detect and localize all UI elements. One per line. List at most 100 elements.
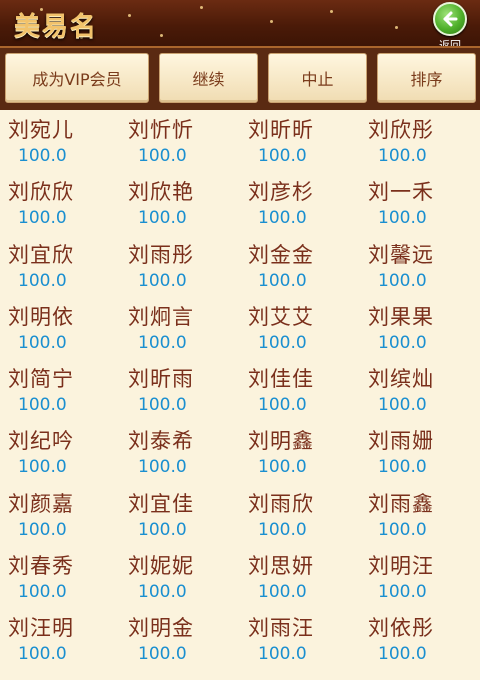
name-text: 刘欣艳 (128, 180, 194, 205)
name-list-item[interactable]: 刘宜欣 100.0 (0, 237, 120, 299)
name-score: 100.0 (138, 644, 187, 665)
name-text: 刘金金 (248, 242, 314, 267)
name-score: 100.0 (138, 519, 187, 540)
name-list-item[interactable]: 刘思妍 100.0 (240, 548, 360, 610)
name-score: 100.0 (378, 457, 427, 478)
name-score: 100.0 (258, 457, 307, 478)
name-list-item[interactable]: 刘缤灿 100.0 (360, 361, 480, 423)
name-list-item[interactable]: 刘妮妮 100.0 (120, 548, 240, 610)
name-score: 100.0 (378, 395, 427, 416)
toolbar: 成为VIP会员 继续 中止 排序 (0, 48, 480, 110)
name-text: 刘汪明 (8, 616, 74, 641)
back-label: 返回 (439, 39, 461, 48)
name-text: 刘明金 (128, 616, 194, 641)
name-text: 刘欣彤 (368, 118, 434, 142)
name-score: 100.0 (258, 644, 307, 665)
name-text: 刘宜佳 (128, 491, 194, 516)
name-text: 刘忻忻 (128, 118, 194, 142)
name-score: 100.0 (18, 146, 67, 166)
name-list-item[interactable]: 刘依彤 100.0 (360, 610, 480, 672)
name-list-item[interactable]: 刘泰希 100.0 (120, 423, 240, 485)
name-score: 100.0 (258, 519, 307, 540)
name-list-item[interactable]: 刘馨远 100.0 (360, 237, 480, 299)
sparkle-decoration (330, 10, 333, 13)
stop-button[interactable]: 中止 (268, 53, 367, 103)
app-title: 美易名 (14, 12, 99, 42)
name-score: 100.0 (138, 270, 187, 291)
name-list-item[interactable]: 刘欣彤 100.0 (360, 112, 480, 174)
name-score: 100.0 (258, 582, 307, 603)
name-list-item[interactable]: 刘颜嘉 100.0 (0, 486, 120, 548)
name-list-item[interactable]: 刘明鑫 100.0 (240, 423, 360, 485)
name-score: 100.0 (138, 208, 187, 229)
name-list-item[interactable]: 刘纪吟 100.0 (0, 423, 120, 485)
name-text: 刘馨远 (368, 242, 434, 267)
name-list-item[interactable]: 刘欣艳 100.0 (120, 174, 240, 236)
name-text: 刘宜欣 (8, 242, 74, 267)
name-list-item[interactable]: 刘雨彤 100.0 (120, 237, 240, 299)
sparkle-decoration (270, 20, 273, 23)
name-list-item[interactable]: 刘果果 100.0 (360, 299, 480, 361)
name-score: 100.0 (378, 644, 427, 665)
name-text: 刘明依 (8, 304, 74, 329)
name-score: 100.0 (18, 582, 67, 603)
sort-button[interactable]: 排序 (377, 53, 476, 103)
name-list-item[interactable]: 刘宛儿 100.0 (0, 112, 120, 174)
name-list-item[interactable]: 刘明依 100.0 (0, 299, 120, 361)
name-score: 100.0 (18, 457, 67, 478)
name-list-item[interactable]: 刘一禾 100.0 (360, 174, 480, 236)
name-list-item[interactable]: 刘昕雨 100.0 (120, 361, 240, 423)
name-list-item[interactable]: 刘春秀 100.0 (0, 548, 120, 610)
name-list-item[interactable]: 刘雨汪 100.0 (240, 610, 360, 672)
back-button[interactable]: 返回 (432, 2, 468, 48)
sparkle-decoration (160, 34, 163, 37)
name-list-item[interactable]: 刘雨姗 100.0 (360, 423, 480, 485)
name-text: 刘春秀 (8, 554, 74, 579)
name-list-item[interactable]: 刘欣欣 100.0 (0, 174, 120, 236)
name-score: 100.0 (18, 395, 67, 416)
name-score: 100.0 (258, 395, 307, 416)
name-text: 刘艾艾 (248, 304, 314, 329)
name-score: 100.0 (138, 582, 187, 603)
name-list-item[interactable]: 刘明汪 100.0 (360, 548, 480, 610)
name-text: 刘简宁 (8, 367, 74, 392)
name-text: 刘彦杉 (248, 180, 314, 205)
name-text: 刘一禾 (368, 180, 434, 205)
name-list-item[interactable]: 刘金金 100.0 (240, 237, 360, 299)
name-list-item[interactable]: 刘彦杉 100.0 (240, 174, 360, 236)
become-vip-button[interactable]: 成为VIP会员 (5, 53, 149, 103)
name-list-item[interactable]: 刘艾艾 100.0 (240, 299, 360, 361)
name-list-item[interactable]: 刘昕昕 100.0 (240, 112, 360, 174)
sparkle-decoration (128, 14, 131, 17)
header-bar: 美易名 返回 (0, 0, 480, 48)
name-list-item[interactable]: 刘忻忻 100.0 (120, 112, 240, 174)
name-score: 100.0 (378, 519, 427, 540)
name-list-item[interactable]: 刘雨鑫 100.0 (360, 486, 480, 548)
name-text: 刘雨欣 (248, 491, 314, 516)
name-list-item[interactable]: 刘简宁 100.0 (0, 361, 120, 423)
name-list-item[interactable]: 刘宜佳 100.0 (120, 486, 240, 548)
name-list-item[interactable]: 刘佳佳 100.0 (240, 361, 360, 423)
name-text: 刘泰希 (128, 429, 194, 454)
name-text: 刘雨彤 (128, 242, 194, 267)
name-list-item[interactable]: 刘雨欣 100.0 (240, 486, 360, 548)
name-score: 100.0 (18, 519, 67, 540)
name-text: 刘妮妮 (128, 554, 194, 579)
name-score: 100.0 (18, 270, 67, 291)
name-text: 刘昕昕 (248, 118, 314, 142)
name-text: 刘佳佳 (248, 367, 314, 392)
name-score: 100.0 (258, 332, 307, 353)
sparkle-decoration (395, 26, 398, 29)
name-list-item[interactable]: 刘炯言 100.0 (120, 299, 240, 361)
name-text: 刘宛儿 (8, 118, 74, 142)
name-score: 100.0 (258, 208, 307, 229)
name-list-item[interactable]: 刘明金 100.0 (120, 610, 240, 672)
back-arrow-icon (433, 2, 467, 36)
name-text: 刘雨姗 (368, 429, 434, 454)
name-list-item[interactable]: 刘汪明 100.0 (0, 610, 120, 672)
name-text: 刘炯言 (128, 304, 194, 329)
name-text: 刘欣欣 (8, 180, 74, 205)
name-score: 100.0 (18, 644, 67, 665)
name-score: 100.0 (18, 332, 67, 353)
continue-button[interactable]: 继续 (159, 53, 258, 103)
